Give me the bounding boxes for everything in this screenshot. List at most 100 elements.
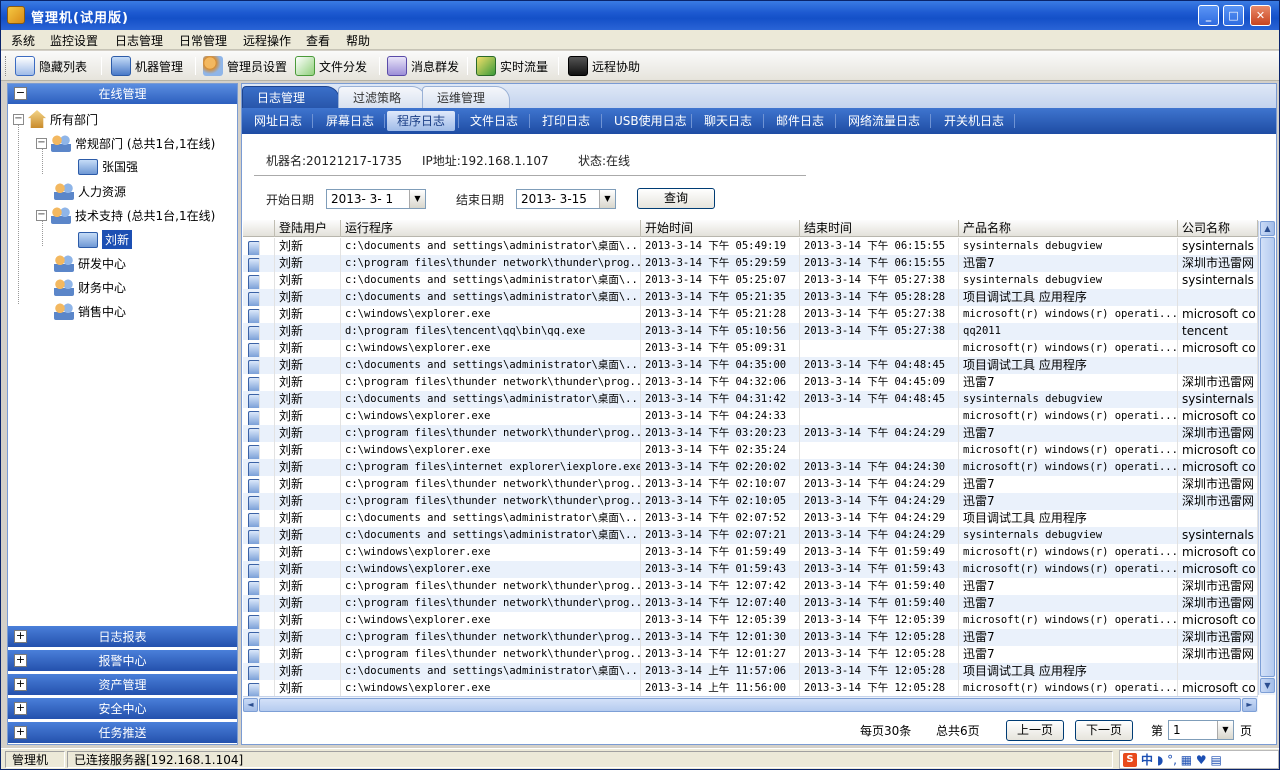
table-row[interactable]: 刘新 c:\documents and settings\administrato…	[243, 289, 1258, 306]
online-management-header[interactable]: − 在线管理	[8, 84, 237, 104]
table-row[interactable]: 刘新 c:\documents and settings\administrato…	[243, 663, 1258, 680]
subtab-usb-log[interactable]: USB使用日志	[604, 111, 697, 131]
tab-ops-management[interactable]: 运维管理	[422, 86, 510, 108]
table-row[interactable]: 刘新 c:\windows\explorer.exe 2013-3-14 下午 12…	[243, 612, 1258, 629]
table-row[interactable]: 刘新 c:\windows\explorer.exe 2013-3-14 上午 11…	[243, 680, 1258, 696]
table-row[interactable]: 刘新 c:\documents and settings\administrato…	[243, 391, 1258, 408]
table-row[interactable]: 刘新 c:\documents and settings\administrato…	[243, 238, 1258, 255]
maximize-button[interactable]: □	[1223, 5, 1244, 26]
tree-node-tech-support[interactable]: − 技术支持 (总共1台,1在线)	[36, 206, 215, 224]
menu-help[interactable]: 帮助	[346, 32, 370, 49]
asset-management-panel[interactable]: + 资产管理	[8, 673, 237, 695]
scroll-up-icon[interactable]: ▲	[1260, 221, 1275, 236]
subtab-mail-log[interactable]: 邮件日志	[766, 111, 834, 131]
page-select[interactable]: 1 ▼	[1168, 720, 1234, 740]
table-row[interactable]: 刘新 c:\program files\thunder network\thund…	[243, 476, 1258, 493]
alarm-center-panel[interactable]: + 报警中心	[8, 649, 237, 671]
end-date-picker[interactable]: 2013- 3-15 ▼	[516, 189, 616, 209]
col-icon[interactable]	[243, 220, 275, 237]
subtab-screen-log[interactable]: 屏幕日志	[316, 111, 384, 131]
subtab-file-log[interactable]: 文件日志	[460, 111, 528, 131]
scroll-thumb[interactable]	[259, 698, 1241, 712]
table-row[interactable]: 刘新 c:\program files\thunder network\thund…	[243, 646, 1258, 663]
scroll-down-icon[interactable]: ▼	[1260, 678, 1275, 693]
ime-tools-icons[interactable]: ◗ °, ▦ ♥ ▤	[1157, 753, 1222, 767]
table-row[interactable]: 刘新 c:\documents and settings\administrato…	[243, 272, 1258, 289]
scroll-thumb[interactable]	[1260, 237, 1275, 677]
title-bar[interactable]: 管理机(试用版) _ □ ✕	[1, 1, 1279, 30]
realtime-traffic-button[interactable]: 实时流量	[476, 55, 548, 77]
col-end-time[interactable]: 结束时间	[800, 220, 959, 237]
col-product-name[interactable]: 产品名称	[959, 220, 1178, 237]
scroll-right-icon[interactable]: ►	[1242, 698, 1257, 712]
subtab-program-log[interactable]: 程序日志	[387, 111, 456, 131]
expand-icon[interactable]: +	[14, 654, 27, 667]
tree-node-all-departments[interactable]: − 所有部门	[13, 110, 98, 128]
table-row[interactable]: 刘新 c:\documents and settings\administrato…	[243, 510, 1258, 527]
start-date-picker[interactable]: 2013- 3- 1 ▼	[326, 189, 426, 209]
table-row[interactable]: 刘新 c:\program files\thunder network\thund…	[243, 255, 1258, 272]
chevron-down-icon[interactable]: ▼	[1217, 721, 1233, 739]
minimize-button[interactable]: _	[1198, 5, 1219, 26]
next-page-button[interactable]: 下一页	[1075, 720, 1133, 741]
expand-icon[interactable]: +	[14, 678, 27, 691]
close-button[interactable]: ✕	[1250, 5, 1271, 26]
horizontal-scrollbar[interactable]: ◄ ►	[243, 696, 1258, 712]
subtab-traffic-log[interactable]: 网络流量日志	[838, 111, 930, 131]
tree-node-sales[interactable]: 销售中心	[54, 302, 126, 320]
menu-remote-operation[interactable]: 远程操作	[243, 32, 291, 49]
message-broadcast-button[interactable]: 消息群发	[387, 55, 459, 77]
menu-monitor-settings[interactable]: 监控设置	[50, 32, 98, 49]
subtab-print-log[interactable]: 打印日志	[532, 111, 600, 131]
collapse-icon[interactable]: −	[14, 87, 27, 100]
tree-node-rd[interactable]: 研发中心	[54, 254, 126, 272]
table-row[interactable]: 刘新 c:\program files\thunder network\thund…	[243, 493, 1258, 510]
table-row[interactable]: 刘新 d:\program files\tencent\qq\bin\qq.exe…	[243, 323, 1258, 340]
col-login-user[interactable]: 登陆用户	[275, 220, 341, 237]
table-row[interactable]: 刘新 c:\windows\explorer.exe 2013-3-14 下午 05…	[243, 340, 1258, 357]
table-row[interactable]: 刘新 c:\program files\thunder network\thund…	[243, 595, 1258, 612]
menu-view[interactable]: 查看	[306, 32, 330, 49]
table-row[interactable]: 刘新 c:\program files\thunder network\thund…	[243, 629, 1258, 646]
toolbar-grip[interactable]	[5, 56, 8, 76]
subtab-url-log[interactable]: 网址日志	[244, 111, 312, 131]
log-report-panel[interactable]: + 日志报表	[8, 625, 237, 647]
table-row[interactable]: 刘新 c:\program files\internet explorer\iex…	[243, 459, 1258, 476]
query-button[interactable]: 查询	[637, 188, 715, 209]
ime-mode[interactable]: 中	[1141, 751, 1153, 768]
tree-node-finance[interactable]: 财务中心	[54, 278, 126, 296]
chevron-down-icon[interactable]: ▼	[409, 190, 425, 208]
vertical-scrollbar[interactable]: ▲ ▼	[1258, 221, 1275, 695]
ime-toolbar[interactable]: S 中 ◗ °, ▦ ♥ ▤	[1119, 750, 1279, 769]
table-row[interactable]: 刘新 c:\windows\explorer.exe 2013-3-14 下午 05…	[243, 306, 1258, 323]
expand-icon[interactable]: +	[14, 630, 27, 643]
table-row[interactable]: 刘新 c:\documents and settings\administrato…	[243, 527, 1258, 544]
table-row[interactable]: 刘新 c:\documents and settings\administrato…	[243, 357, 1258, 374]
task-push-panel[interactable]: + 任务推送	[8, 721, 237, 743]
tab-filter-policy[interactable]: 过滤策略	[338, 86, 426, 108]
expand-icon[interactable]: +	[14, 726, 27, 739]
chevron-down-icon[interactable]: ▼	[599, 190, 615, 208]
tab-log-management[interactable]: 日志管理	[242, 86, 340, 108]
tree-node-user-liuxin[interactable]: 刘新	[78, 230, 133, 249]
table-row[interactable]: 刘新 c:\program files\thunder network\thund…	[243, 578, 1258, 595]
admin-settings-button[interactable]: 管理员设置	[203, 55, 287, 77]
file-distribute-button[interactable]: 文件分发	[295, 55, 367, 77]
collapse-icon[interactable]: −	[36, 209, 47, 221]
table-row[interactable]: 刘新 c:\windows\explorer.exe 2013-3-14 下午 04…	[243, 408, 1258, 425]
table-row[interactable]: 刘新 c:\windows\explorer.exe 2013-3-14 下午 01…	[243, 561, 1258, 578]
security-center-panel[interactable]: + 安全中心	[8, 697, 237, 719]
collapse-icon[interactable]: −	[36, 137, 47, 149]
menu-log-management[interactable]: 日志管理	[115, 32, 163, 49]
table-row[interactable]: 刘新 c:\windows\explorer.exe 2013-3-14 下午 02…	[243, 442, 1258, 459]
collapse-icon[interactable]: −	[13, 113, 24, 125]
tree-node-hr[interactable]: 人力资源	[54, 182, 126, 200]
tree-node-user-zhangguoqiang[interactable]: 张国强	[78, 158, 138, 175]
subtab-chat-log[interactable]: 聊天日志	[694, 111, 762, 131]
table-row[interactable]: 刘新 c:\program files\thunder network\thund…	[243, 374, 1258, 391]
col-start-time[interactable]: 开始时间	[641, 220, 800, 237]
machine-management-button[interactable]: 机器管理	[111, 55, 183, 77]
col-company-name[interactable]: 公司名称	[1178, 220, 1258, 237]
table-row[interactable]: 刘新 c:\program files\thunder network\thund…	[243, 425, 1258, 442]
remote-assist-button[interactable]: 远程协助	[568, 55, 640, 77]
